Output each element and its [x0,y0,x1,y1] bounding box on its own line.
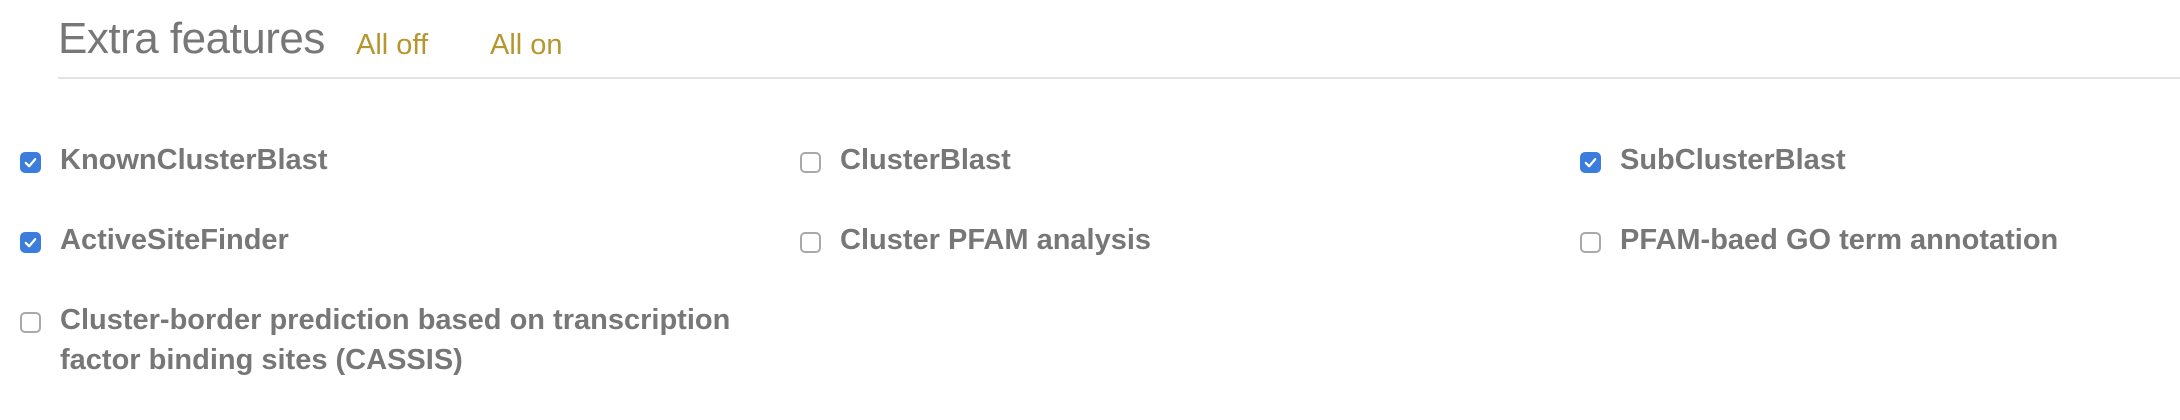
feature-label: ClusterBlast [840,144,1011,176]
feature-checkbox[interactable] [1580,152,1601,173]
feature-options: KnownClusterBlast ClusterBlast SubCluste… [0,0,2180,420]
feature-label: Cluster-border prediction based on trans… [60,304,731,376]
feature-label: ActiveSiteFinder [60,224,289,256]
feature-checkbox[interactable] [20,312,41,333]
feature-checkbox[interactable] [20,232,41,253]
feature-checkbox[interactable] [20,152,41,173]
checkmark-icon [1584,158,1597,168]
feature-checkbox[interactable] [800,152,821,173]
checkmark-icon [24,158,37,168]
feature-label: PFAM-baed GO term annotation [1620,224,2059,256]
checkmark-icon [24,238,37,248]
feature-label: SubClusterBlast [1620,144,1846,176]
feature-label: Cluster PFAM analysis [840,224,1152,256]
feature-checkbox[interactable] [1580,232,1601,253]
feature-label: KnownClusterBlast [60,144,328,176]
feature-checkbox[interactable] [800,232,821,253]
